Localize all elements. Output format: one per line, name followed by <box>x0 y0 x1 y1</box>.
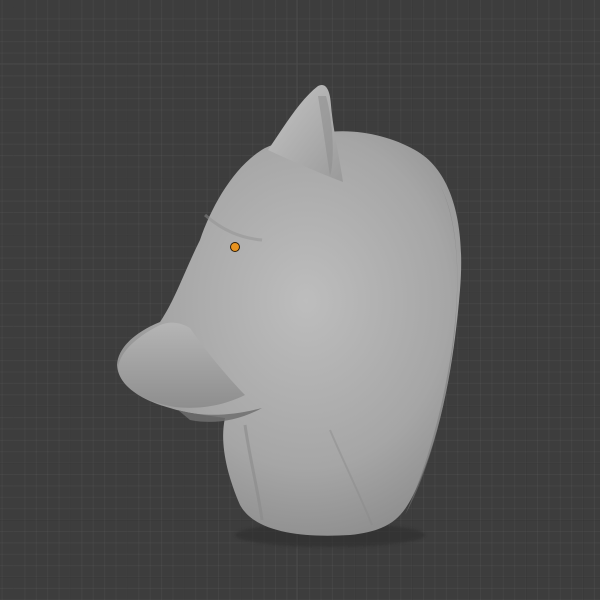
object-origin-point[interactable] <box>231 243 239 251</box>
3d-viewport[interactable] <box>0 0 600 600</box>
sculpted-head-mesh[interactable] <box>0 0 600 600</box>
